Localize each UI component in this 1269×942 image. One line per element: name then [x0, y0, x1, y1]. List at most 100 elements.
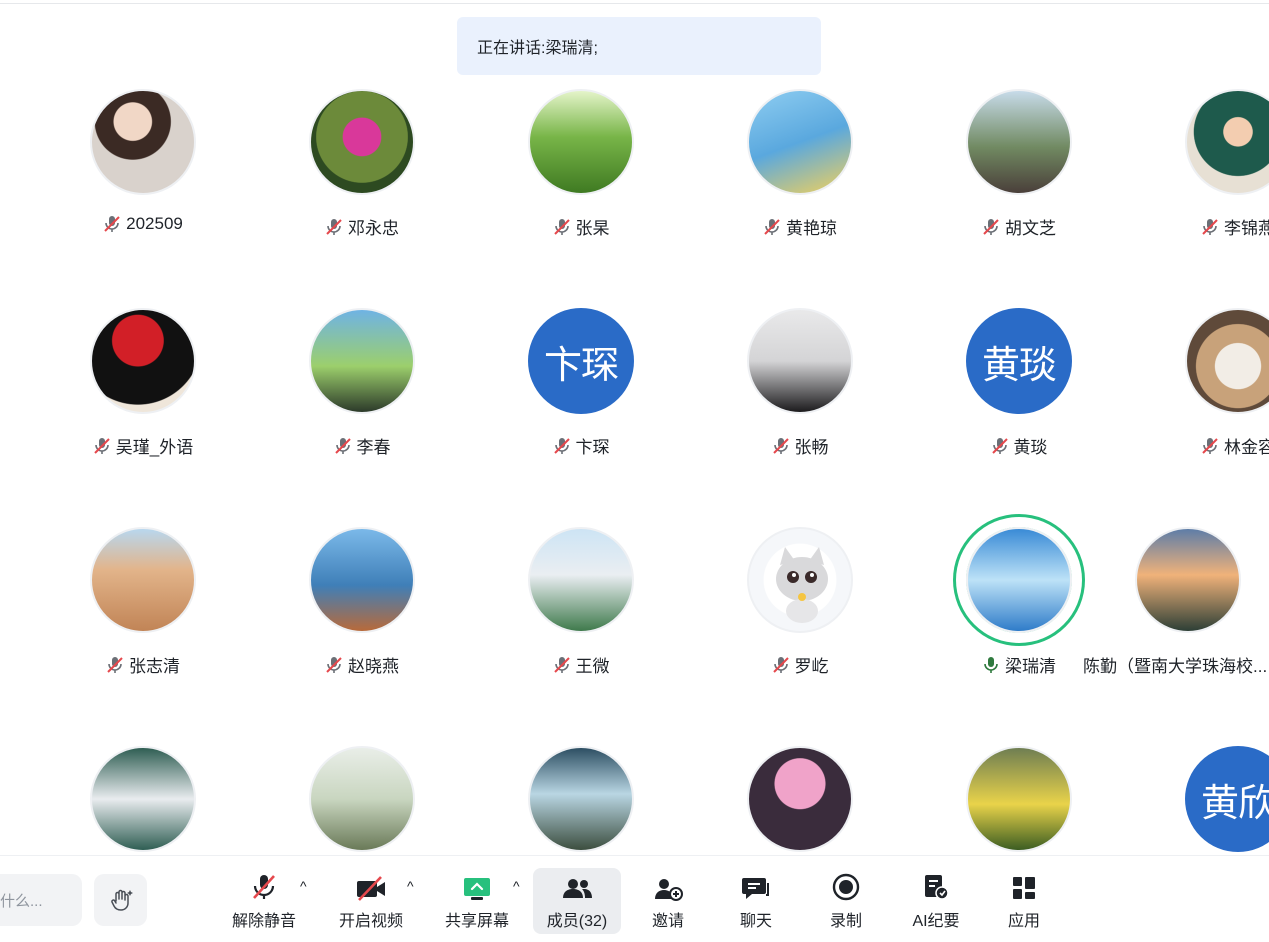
participant-tile[interactable]: 邓永忠 [252, 86, 471, 305]
ai-minutes-button[interactable]: AI纪要 [904, 868, 968, 934]
mic-muted-icon [991, 437, 1008, 454]
participant-name: 赵晓燕 [348, 657, 399, 676]
participant-name: 王微 [575, 657, 610, 676]
participant-name: 黄琰 [1013, 438, 1048, 457]
mic-muted-icon [764, 218, 780, 235]
participant-tile[interactable]: 林金容 [1128, 305, 1269, 524]
participant-label: 邓永忠 [252, 214, 471, 239]
participant-label: 王微 [471, 652, 690, 677]
participant-tile[interactable]: 罗屹 [690, 524, 909, 743]
participant-tile[interactable]: 陈勤（暨南大学珠海校... [1083, 524, 1269, 743]
mic-muted-icon [1202, 218, 1218, 235]
avatar [747, 89, 853, 195]
participant-tile[interactable]: 王微 [471, 524, 690, 743]
members-button[interactable]: 成员(32) [533, 868, 621, 934]
invite-button[interactable]: 邀请 [640, 868, 696, 934]
start-video-button[interactable]: 开启视频 [335, 868, 407, 934]
participant-name: 张畅 [794, 438, 829, 457]
ai-minutes-label: AI纪要 [912, 913, 960, 930]
participant-name: 李春 [356, 438, 391, 457]
text-avatar: 黄欣 [1185, 746, 1269, 852]
participant-tile[interactable] [33, 743, 252, 854]
chevron-up-icon[interactable]: ^ [407, 878, 414, 894]
mic-muted-icon [326, 218, 342, 235]
participant-tile[interactable]: 张杲 [471, 86, 690, 305]
mic-muted-icon [326, 656, 342, 673]
participant-tile[interactable]: 吴瑾_外语 [33, 305, 252, 524]
avatar [747, 746, 853, 852]
speaking-label: 正在讲话: [477, 40, 546, 57]
mic-muted-icon [1202, 437, 1218, 454]
participant-tile[interactable]: 卞琛 卞琛 [471, 305, 690, 524]
participant-name: 张志清 [129, 657, 180, 676]
participant-tile[interactable]: 张畅 [690, 305, 909, 524]
participant-label: 林金容 [1128, 433, 1269, 458]
avatar [309, 527, 415, 633]
avatar [309, 89, 415, 195]
participant-tile[interactable]: 张志清 [33, 524, 252, 743]
participant-label: 罗屹 [690, 652, 909, 677]
participant-tile[interactable]: 202509 [33, 86, 252, 305]
participant-tile[interactable] [690, 743, 909, 854]
participant-tile[interactable]: 李春 [252, 305, 471, 524]
avatar [309, 746, 415, 852]
participant-grid: 202509 邓永忠 张杲 黄艳琼 胡文芝 李锦燕 吴瑾_外语 李春 卞琛 卞琛… [0, 86, 1269, 854]
chevron-up-icon[interactable]: ^ [513, 878, 520, 894]
participant-tile[interactable]: 黄欣 [1128, 743, 1269, 854]
participant-label: 张志清 [33, 652, 252, 677]
unmute-button[interactable]: 解除静音 [228, 868, 300, 934]
participant-name: 202509 [126, 214, 183, 233]
share-screen-icon [464, 878, 490, 900]
mic-muted-icon [94, 437, 110, 454]
participant-tile[interactable]: 赵晓燕 [252, 524, 471, 743]
participant-label: 陈勤（暨南大学珠海校... [1083, 652, 1269, 677]
avatar [966, 746, 1072, 852]
avatar [1135, 527, 1241, 633]
avatar [90, 308, 196, 414]
mic-muted-icon [107, 656, 123, 673]
raise-hand-icon [110, 889, 133, 911]
mic-muted-icon [553, 437, 570, 454]
members-label: 成员(32) [546, 913, 608, 930]
avatar [528, 89, 634, 195]
participant-tile[interactable]: 李锦燕 [1128, 86, 1269, 305]
mic-muted-icon [334, 437, 351, 454]
participant-tile[interactable]: 胡文芝 [909, 86, 1128, 305]
participant-tile[interactable] [471, 743, 690, 854]
participant-tile[interactable] [252, 743, 471, 854]
chat-button[interactable]: 聊天 [728, 868, 784, 934]
chat-icon [742, 878, 769, 899]
avatar [747, 308, 853, 414]
share-screen-button[interactable]: 共享屏幕 [441, 868, 513, 934]
share-screen-label: 共享屏幕 [444, 913, 509, 930]
avatar [528, 527, 634, 633]
avatar [90, 89, 196, 195]
ai-minutes-icon [925, 875, 949, 900]
participant-tile[interactable]: 黄琰 黄琰 [909, 305, 1128, 524]
raise-hand-button[interactable] [94, 874, 147, 926]
invite-icon [655, 879, 683, 901]
avatar [1185, 308, 1269, 414]
record-button[interactable]: 录制 [818, 868, 874, 934]
bottom-toolbar: 什么... 解除静音 ^ 开启视频 ^ 共享屏幕 ^ 成员(32) 邀请 聊天 … [0, 855, 1269, 942]
participant-label: 202509 [33, 214, 252, 234]
participant-tile[interactable]: 黄艳琼 [690, 86, 909, 305]
participant-name: 林金容 [1224, 438, 1269, 457]
participant-label: 卞琛 [471, 433, 690, 458]
mic-muted-icon [553, 656, 570, 673]
chat-input[interactable]: 什么... [0, 874, 82, 926]
avatar [966, 89, 1072, 195]
mic-muted-icon [772, 437, 789, 454]
participant-label: 吴瑾_外语 [33, 433, 252, 458]
participant-label: 赵晓燕 [252, 652, 471, 677]
apps-button[interactable]: 应用 [996, 868, 1052, 934]
participant-name: 黄艳琼 [786, 219, 837, 238]
mic-active-icon [984, 656, 998, 673]
cat-cartoon-icon [776, 547, 828, 623]
participant-name: 李锦燕 [1224, 219, 1269, 238]
avatar [90, 527, 196, 633]
speaking-banner: 正在讲话: 梁瑞清; [457, 17, 821, 75]
top-divider [0, 0, 1269, 4]
chevron-up-icon[interactable]: ^ [300, 878, 307, 894]
participant-tile[interactable] [909, 743, 1128, 854]
